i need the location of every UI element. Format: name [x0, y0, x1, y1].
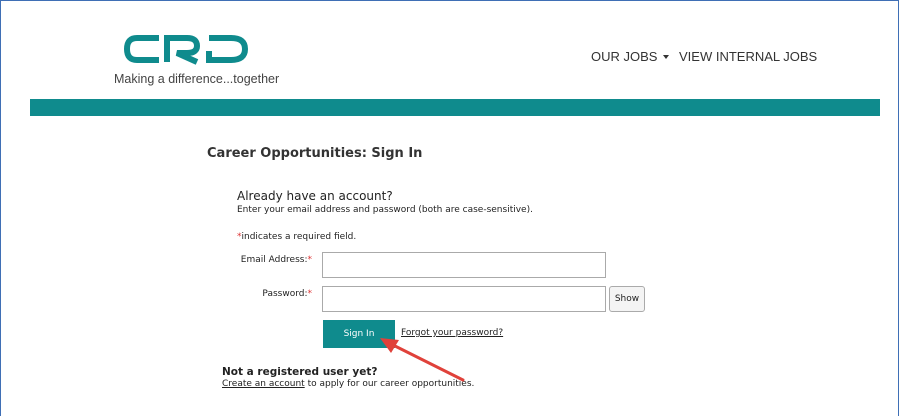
- instructions: Enter your email address and password (b…: [237, 205, 533, 215]
- page-title: Career Opportunities: Sign In: [207, 146, 423, 161]
- red-arrow-icon: [380, 338, 465, 382]
- nav-view-internal-jobs[interactable]: VIEW INTERNAL JOBS: [679, 49, 817, 64]
- tagline: Making a difference...together: [114, 72, 280, 86]
- nav-our-jobs[interactable]: OUR JOBS: [591, 49, 670, 64]
- password-label: Password:*: [202, 289, 312, 299]
- password-input[interactable]: [322, 286, 606, 312]
- show-password-button[interactable]: Show: [609, 286, 645, 312]
- section-title: Already have an account?: [237, 189, 393, 203]
- required-asterisk: *: [307, 289, 313, 299]
- caret-down-icon: [663, 54, 670, 59]
- required-note: *indicates a required field.: [237, 232, 356, 242]
- email-input[interactable]: [322, 252, 606, 278]
- nav-our-jobs-label: OUR JOBS: [591, 49, 658, 64]
- password-label-text: Password:: [262, 289, 308, 299]
- create-account-link[interactable]: Create an account: [222, 379, 305, 389]
- required-note-text: indicates a required field.: [241, 232, 357, 242]
- not-registered-heading: Not a registered user yet?: [222, 366, 378, 378]
- email-label-text: Email Address:: [240, 255, 308, 265]
- logo[interactable]: Making a difference...together: [114, 33, 279, 93]
- required-asterisk: *: [307, 255, 313, 265]
- crd-logo-icon: [123, 35, 249, 65]
- header-bar: [30, 99, 880, 116]
- email-label: Email Address:*: [202, 255, 312, 265]
